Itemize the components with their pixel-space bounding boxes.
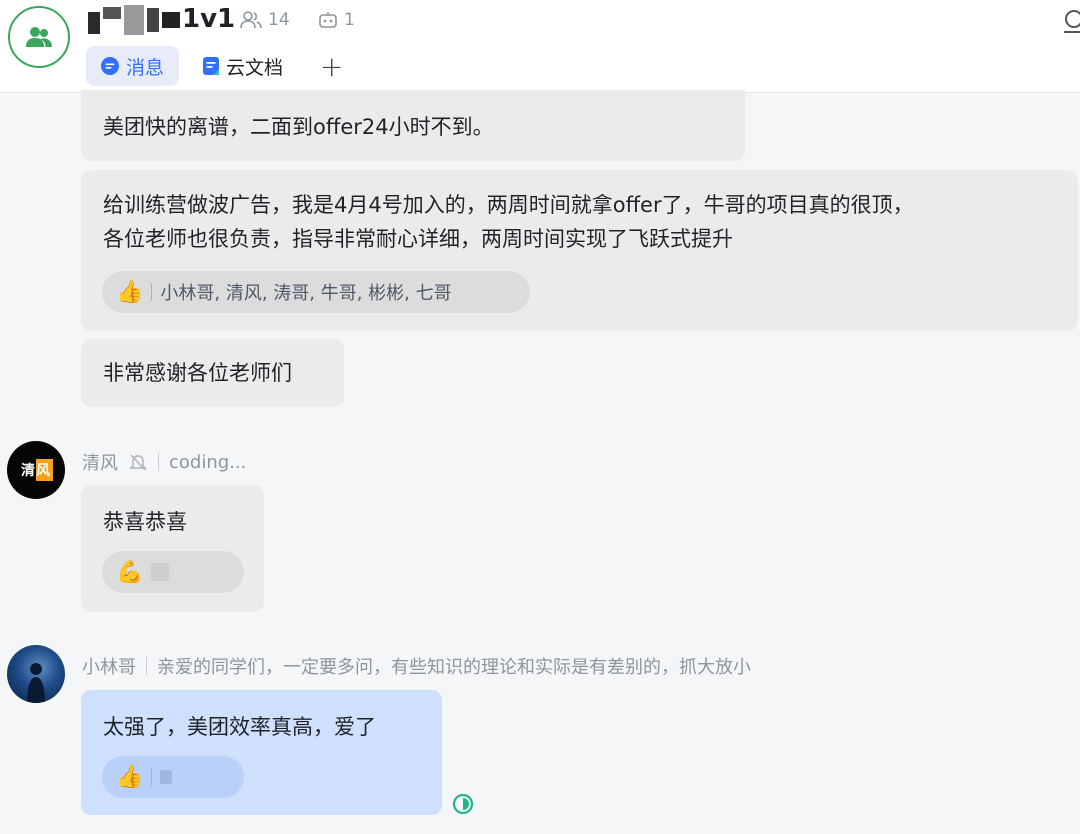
sender-name[interactable]: 清风: [82, 449, 118, 475]
sender-name[interactable]: 小林哥: [82, 653, 136, 679]
message-text: 非常感谢各位老师们: [103, 361, 292, 385]
tab-messages[interactable]: 消息: [86, 46, 179, 86]
divider: [146, 657, 147, 675]
member-count[interactable]: 14: [240, 10, 290, 30]
reaction-avatar-redacted: [160, 770, 173, 784]
avatar-xiaolin[interactable]: [7, 645, 65, 703]
bot-icon: [319, 12, 337, 28]
thumbs-up-icon: 👍: [116, 764, 144, 790]
reaction-divider: [151, 768, 153, 786]
reaction-divider: [151, 283, 153, 301]
members-icon: [240, 11, 262, 29]
bot-count[interactable]: 1: [318, 10, 355, 30]
chat-bubble-icon: [101, 57, 119, 75]
tab-messages-label: 消息: [126, 56, 165, 79]
mute-bell-icon: [129, 454, 147, 471]
sender-signature: 亲爱的同学们，一定要多问，有些知识的理论和实际是有差别的，抓大放小: [157, 657, 751, 678]
redacted-name: [88, 3, 180, 37]
thumbs-up-icon: 👍: [116, 279, 144, 305]
group-avatar[interactable]: [8, 6, 70, 68]
reaction-chip[interactable]: 👍: [102, 756, 244, 798]
message-bubble[interactable]: 非常感谢各位老师们: [81, 339, 344, 407]
tab-docs-label: 云文档: [226, 56, 284, 79]
sender-status: coding...: [169, 451, 247, 473]
add-tab-button[interactable]: +: [320, 50, 343, 83]
reaction-chip[interactable]: 👍 小林哥, 清风, 涛哥, 牛哥, 彬彬, 七哥: [102, 271, 530, 313]
search-icon[interactable]: [1062, 8, 1080, 38]
avatar-qingfeng[interactable]: 清风: [7, 441, 65, 499]
flexed-biceps-icon: 💪: [116, 559, 144, 585]
group-people-icon: [26, 27, 52, 47]
person-silhouette-icon: [27, 663, 45, 703]
chat-title: 1v1: [182, 4, 236, 34]
reaction-chip[interactable]: 💪: [102, 551, 244, 593]
reaction-avatar-redacted: [151, 563, 170, 581]
avatar-qingfeng-text: 清风: [19, 459, 53, 481]
member-count-value: 14: [268, 10, 290, 30]
message-text-line: 各位老师也很负责，指导非常耐心详细，两周时间实现了飞跃式提升: [103, 227, 733, 251]
chat-header: 1v1 14 1 消息 云文档 +: [0, 0, 1080, 93]
message-bubble[interactable]: 美团快的离谱，二面到offer24小时不到。: [81, 90, 745, 161]
message-text: 恭喜恭喜: [103, 510, 187, 534]
doc-icon: [203, 57, 219, 75]
divider: [158, 453, 159, 471]
sender-row: 小林哥 亲爱的同学们，一定要多问，有些知识的理论和实际是有差别的，抓大放小: [82, 653, 751, 679]
tab-docs[interactable]: 云文档: [188, 46, 297, 86]
message-text: 美团快的离谱，二面到offer24小时不到。: [103, 115, 494, 139]
message-text-line: 给训练营做波广告，我是4月4号加入的，两周时间就拿offer了，牛哥的项目真的很…: [103, 193, 914, 217]
sender-row: 清风 coding...: [82, 449, 246, 475]
message-text: 太强了，美团效率真高，爱了: [103, 715, 376, 739]
bot-count-value: 1: [344, 10, 355, 30]
read-status-icon[interactable]: [452, 793, 474, 815]
reaction-users: 小林哥, 清风, 涛哥, 牛哥, 彬彬, 七哥: [160, 283, 452, 304]
